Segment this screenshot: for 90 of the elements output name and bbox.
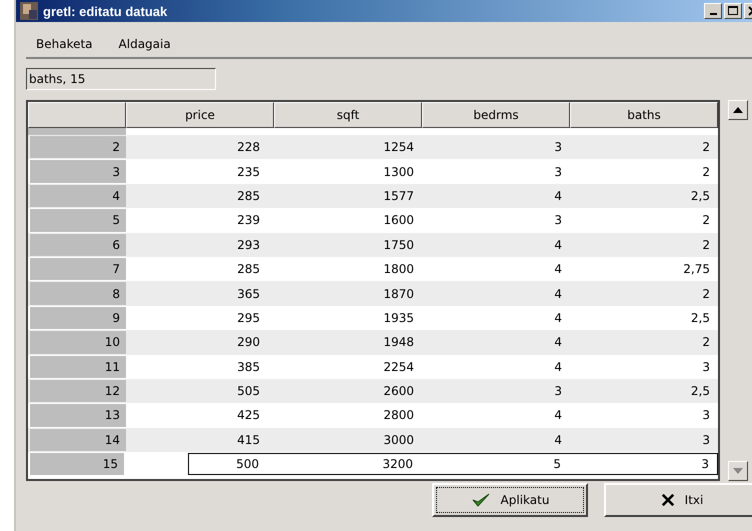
- table-cell[interactable]: 285: [126, 184, 274, 208]
- row-number[interactable]: 6: [30, 234, 126, 256]
- row-number[interactable]: 13: [30, 404, 126, 427]
- table-cell[interactable]: 4: [422, 330, 570, 355]
- row-number[interactable]: 2: [30, 136, 126, 158]
- table-cell[interactable]: 1870: [274, 281, 422, 306]
- table-cell[interactable]: 239: [126, 208, 274, 233]
- table-cell[interactable]: 415: [126, 428, 274, 452]
- up-arrow-icon: [733, 107, 743, 113]
- table-cell[interactable]: 2254: [274, 354, 422, 379]
- table-cell[interactable]: 3: [422, 159, 570, 184]
- table-cell[interactable]: 2800: [274, 403, 422, 428]
- row-number[interactable]: 4: [30, 184, 126, 208]
- minimize-icon: [710, 13, 716, 15]
- table-cell[interactable]: 3: [570, 428, 718, 452]
- window-title: gretl: editatu datuak: [43, 4, 168, 18]
- row-number[interactable]: 14: [30, 428, 126, 452]
- table-cell[interactable]: 1935: [274, 306, 422, 330]
- row-number[interactable]: 5: [30, 209, 126, 232]
- table-cell[interactable]: 3200: [273, 454, 421, 474]
- table-cell[interactable]: 3: [570, 403, 718, 428]
- table-cell[interactable]: 365: [126, 281, 274, 306]
- maximize-button[interactable]: [724, 3, 742, 19]
- table-cell[interactable]: 1750: [274, 232, 422, 257]
- table-cell[interactable]: 290: [126, 330, 274, 355]
- table-cell[interactable]: 3: [422, 208, 570, 233]
- close-icon: [660, 493, 675, 507]
- table-cell[interactable]: 293: [126, 232, 274, 257]
- table-cell[interactable]: 2: [570, 330, 718, 355]
- table-cell[interactable]: 2,5: [570, 378, 718, 404]
- table-cell[interactable]: 2: [570, 281, 718, 306]
- table-cell[interactable]: 4: [422, 428, 570, 452]
- menu-item[interactable]: Aldagaia: [114, 35, 175, 53]
- table-cell[interactable]: 2: [570, 232, 718, 257]
- table-cell[interactable]: 295: [126, 306, 274, 330]
- column-header[interactable]: sqft: [274, 102, 422, 128]
- row-number[interactable]: 8: [30, 282, 126, 305]
- down-arrow-icon: [733, 468, 743, 474]
- table-cell[interactable]: 2,75: [570, 256, 718, 282]
- row-number[interactable]: 12: [30, 380, 126, 402]
- table-cell[interactable]: 3: [569, 454, 717, 474]
- checkmark-icon: [470, 492, 491, 508]
- row-number[interactable]: 7: [30, 258, 126, 280]
- row-number[interactable]: 3: [30, 160, 126, 183]
- table-cell[interactable]: 1948: [274, 330, 422, 355]
- table-cell[interactable]: 2: [570, 135, 718, 160]
- table-cell[interactable]: 235: [126, 159, 274, 184]
- table-cell[interactable]: 1600: [274, 208, 422, 233]
- table-cell[interactable]: 3: [570, 354, 718, 379]
- menu-item[interactable]: Behaketa: [32, 35, 97, 53]
- row-number[interactable]: 10: [30, 331, 126, 354]
- table-cell[interactable]: 505: [126, 378, 274, 404]
- table-cell[interactable]: 4: [422, 232, 570, 257]
- row-number[interactable]: 9: [30, 306, 126, 330]
- table-cell[interactable]: 425: [126, 403, 274, 428]
- table-cell[interactable]: 4: [422, 306, 570, 330]
- table-cell[interactable]: 4: [422, 403, 570, 428]
- table-cell[interactable]: 3000: [274, 428, 422, 452]
- table-cell[interactable]: 1300: [274, 159, 422, 184]
- table-cell[interactable]: 4: [422, 354, 570, 379]
- app-icon: [20, 2, 38, 20]
- column-header[interactable]: baths: [570, 102, 718, 128]
- vertical-scrollbar[interactable]: [728, 100, 748, 481]
- table-cell[interactable]: 500: [189, 454, 273, 474]
- table-cell[interactable]: 2600: [274, 378, 422, 404]
- row-number[interactable]: 11: [30, 356, 126, 378]
- table-cell[interactable]: 2,5: [570, 306, 718, 330]
- column-header[interactable]: price: [126, 102, 274, 128]
- table-cell[interactable]: 3: [422, 135, 570, 160]
- table-cell[interactable]: 385: [126, 354, 274, 379]
- close-button[interactable]: Itxi: [604, 483, 752, 517]
- table-cell[interactable]: 5: [421, 454, 569, 474]
- cell-reference-field[interactable]: baths, 15: [26, 68, 216, 90]
- table-cell[interactable]: 1577: [274, 184, 422, 208]
- table-cell[interactable]: 1800: [274, 256, 422, 282]
- table-cell[interactable]: 4: [422, 184, 570, 208]
- table-cell[interactable]: 2: [570, 208, 718, 233]
- row-number[interactable]: 15: [30, 453, 124, 476]
- column-header[interactable]: bedrms: [422, 102, 570, 128]
- table-cell[interactable]: 285: [126, 256, 274, 282]
- minimize-button[interactable]: [704, 3, 722, 19]
- table-cell[interactable]: 4: [422, 281, 570, 306]
- table-cell[interactable]: 1254: [274, 135, 422, 160]
- maximize-icon: [726, 5, 740, 17]
- table-cell[interactable]: 2: [570, 159, 718, 184]
- table-cell[interactable]: 228: [126, 135, 274, 160]
- table-cell[interactable]: 4: [422, 256, 570, 282]
- table-cell[interactable]: 2,5: [570, 184, 718, 208]
- table-cell[interactable]: 3: [422, 378, 570, 404]
- apply-button[interactable]: Aplikatu: [432, 483, 588, 517]
